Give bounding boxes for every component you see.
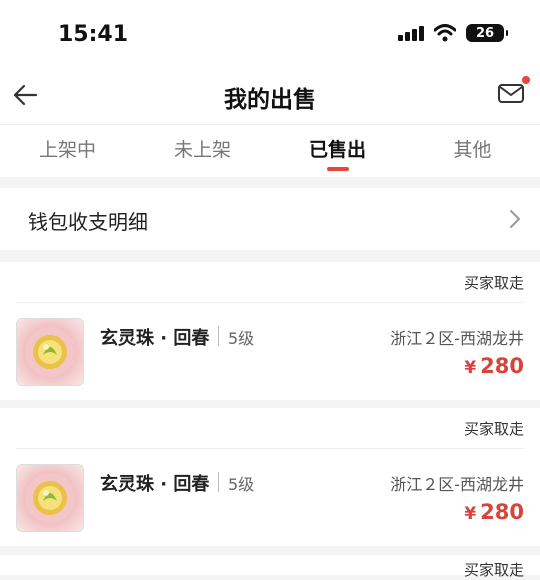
item-name: 玄灵珠 · 回春: [100, 328, 210, 349]
pearl-item-icon: [25, 473, 75, 523]
item-name: 玄灵珠 · 回春: [100, 474, 210, 495]
tab-active-indicator: [327, 167, 349, 171]
separator: [218, 326, 219, 346]
tab-bar: 上架中 未上架 已售出 其他: [0, 124, 540, 177]
order-card[interactable]: 买家取走 玄灵珠 · 回春 5级 浙江２区-西湖龙井 ¥280: [0, 262, 540, 400]
tab-unlisted[interactable]: 未上架: [135, 135, 270, 162]
order-card[interactable]: 买家取走 玄灵珠 · 回春 5级 浙江２区-西湖龙井 ¥280: [0, 408, 540, 546]
price-value: 280: [480, 354, 524, 378]
item-thumbnail: [16, 318, 84, 386]
status-time: 15:41: [58, 22, 129, 47]
chevron-right-icon: [510, 210, 520, 228]
pearl-item-icon: [25, 327, 75, 377]
wallet-detail-row[interactable]: 钱包收支明细: [0, 188, 540, 250]
divider: [16, 302, 524, 303]
mail-icon[interactable]: [496, 78, 526, 108]
item-server: 浙江２区-西湖龙井: [390, 475, 524, 494]
item-price: ¥280: [464, 354, 524, 378]
price-value: 280: [480, 500, 524, 524]
cellular-signal-icon: [398, 25, 424, 41]
tab-other[interactable]: 其他: [405, 135, 540, 162]
item-level: 5级: [228, 475, 255, 494]
order-status: 买家取走: [463, 561, 524, 579]
divider: [16, 448, 524, 449]
order-status: 买家取走: [463, 274, 524, 292]
item-server: 浙江２区-西湖龙井: [390, 329, 524, 348]
currency-symbol: ¥: [464, 504, 477, 524]
item-thumbnail: [16, 464, 84, 532]
order-status: 买家取走: [463, 420, 524, 438]
item-level: 5级: [228, 329, 255, 348]
battery-icon: 26: [466, 24, 508, 42]
order-card-partial[interactable]: 买家取走: [0, 555, 540, 579]
notification-dot: [522, 76, 530, 84]
page-title: 我的出售: [224, 87, 316, 113]
wifi-icon: [434, 24, 456, 42]
currency-symbol: ¥: [464, 358, 477, 378]
tab-listed[interactable]: 上架中: [0, 135, 135, 162]
separator: [218, 472, 219, 492]
status-icons: 26: [398, 24, 508, 42]
tab-sold[interactable]: 已售出: [270, 135, 405, 162]
status-bar: 15:41 26: [0, 0, 540, 70]
item-price: ¥280: [464, 500, 524, 524]
wallet-detail-label: 钱包收支明细: [28, 210, 148, 234]
nav-bar: 我的出售: [0, 70, 540, 124]
